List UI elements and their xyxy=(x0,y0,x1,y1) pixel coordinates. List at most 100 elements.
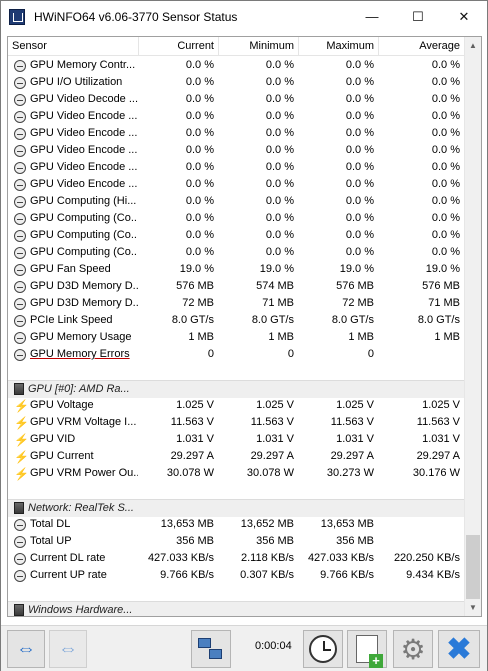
close-button[interactable]: ✕ xyxy=(441,1,487,32)
scroll-down-arrow-icon[interactable]: ▼ xyxy=(465,599,481,616)
current-value: 1 MB xyxy=(188,331,214,343)
sensor-table[interactable]: Sensor Current Minimum Maximum Average G… xyxy=(7,36,482,617)
average-value: 0.0 % xyxy=(431,195,460,207)
gauge-icon xyxy=(14,59,26,72)
group-label: GPU [#0]: AMD Ra... xyxy=(28,382,130,395)
sensor-label: GPU Fan Speed xyxy=(30,263,111,275)
minimize-button[interactable]: — xyxy=(349,1,395,32)
title-bar[interactable]: HWiNFO64 v6.06-3770 Sensor Status — ☐ ✕ xyxy=(1,1,487,32)
navigate-button[interactable]: ⇔ xyxy=(7,630,45,668)
sensor-group-row[interactable]: Network: RealTek S... xyxy=(8,499,464,517)
sensor-group-row[interactable]: Windows Hardware... xyxy=(8,601,464,616)
close-sensors-button[interactable]: ✖ xyxy=(438,630,480,668)
minimum-value: 0 xyxy=(287,348,294,360)
maximum-value: 0.0 % xyxy=(345,93,374,105)
sensor-label: GPU VRM Power Ou... xyxy=(30,467,139,479)
maximum-value: 1 MB xyxy=(348,331,374,343)
sensor-row[interactable]: ⚡ GPU Current 29.297 A 29.297 A 29.297 A 29.2… xyxy=(8,448,464,465)
sensor-row[interactable]: Current UP rate 9.766 KB/s 0.307 KB/s 9.766… xyxy=(8,567,464,584)
sensor-row[interactable]: GPU Memory Usage 1 MB 1 MB 1 MB 1 MB xyxy=(8,329,464,346)
sensor-name-cell: GPU Computing (Co... xyxy=(8,227,139,244)
average-value: 0.0 % xyxy=(431,212,460,224)
sensor-row[interactable]: Total UP 356 MB 356 MB 356 MB xyxy=(8,533,464,550)
average-value: 1.025 V xyxy=(422,399,460,411)
average-value: 0.0 % xyxy=(431,144,460,156)
column-header-sensor[interactable]: Sensor xyxy=(8,37,139,56)
average-value: 0.0 % xyxy=(431,246,460,258)
spacer-row xyxy=(8,584,464,601)
sensor-row[interactable]: GPU D3D Memory D... 72 MB 71 MB 72 MB 71 MB xyxy=(8,295,464,312)
maximize-button[interactable]: ☐ xyxy=(395,1,441,32)
minimum-value: 0.0 % xyxy=(265,161,294,173)
sensor-row[interactable]: GPU Computing (Co... 0.0 % 0.0 % 0.0 % 0.0 % xyxy=(8,227,464,244)
minimum-value: 1 MB xyxy=(268,331,294,343)
sensor-row[interactable]: GPU Video Encode ... 0.0 % 0.0 % 0.0 % 0.0 % xyxy=(8,142,464,159)
column-header-current[interactable]: Current xyxy=(139,37,219,56)
maximum-value: 0.0 % xyxy=(345,229,374,241)
minimum-value: 0.0 % xyxy=(265,195,294,207)
average-value: 576 MB xyxy=(422,280,460,292)
group-name-cell: GPU [#0]: AMD Ra... xyxy=(8,380,139,398)
sensor-row[interactable]: GPU Video Encode ... 0.0 % 0.0 % 0.0 % 0.0 % xyxy=(8,159,464,176)
group-empty-cell xyxy=(139,499,219,517)
column-header-average[interactable]: Average xyxy=(379,37,464,56)
sensor-row[interactable]: GPU Fan Speed 19.0 % 19.0 % 19.0 % 19.0 % xyxy=(8,261,464,278)
column-header-maximum[interactable]: Maximum xyxy=(299,37,379,56)
scrollbar-thumb[interactable] xyxy=(466,535,480,599)
settings-button[interactable]: ⚙ xyxy=(393,630,433,668)
vertical-scrollbar[interactable]: ▲ ▼ xyxy=(464,37,481,616)
gauge-icon xyxy=(14,212,26,225)
column-header-minimum[interactable]: Minimum xyxy=(219,37,299,56)
sensor-row[interactable]: GPU Memory Contr... 0.0 % 0.0 % 0.0 % 0.0 % xyxy=(8,57,464,74)
sensor-row[interactable]: GPU Video Encode ... 0.0 % 0.0 % 0.0 % 0.0 % xyxy=(8,125,464,142)
sensor-name-cell: Total DL xyxy=(8,516,139,533)
bottom-toolbar: ⇔ ⇔ 0:00:04 ⚙ ✖ xyxy=(1,625,487,671)
minimum-value: 0.0 % xyxy=(265,246,294,258)
gauge-icon xyxy=(14,76,26,89)
current-value: 0.0 % xyxy=(185,178,214,190)
sensor-name-cell: GPU Video Decode ... xyxy=(8,91,139,108)
sensor-row[interactable]: ⚡ GPU Voltage 1.025 V 1.025 V 1.025 V 1.025 V xyxy=(8,397,464,414)
sensor-label: Current UP rate xyxy=(30,569,107,581)
sensor-name-cell: Total UP xyxy=(8,533,139,550)
minimum-value: 11.563 V xyxy=(250,416,294,428)
sensor-row[interactable]: GPU Computing (Hi... 0.0 % 0.0 % 0.0 % 0.0 % xyxy=(8,193,464,210)
bolt-icon: ⚡ xyxy=(14,398,29,413)
maximum-value: 19.0 % xyxy=(339,263,374,275)
navigate-disabled-button[interactable]: ⇔ xyxy=(49,630,87,668)
sensor-row[interactable]: GPU I/O Utilization 0.0 % 0.0 % 0.0 % 0.0 % xyxy=(8,74,464,91)
sensor-row[interactable]: GPU Video Decode ... 0.0 % 0.0 % 0.0 % 0.0 % xyxy=(8,91,464,108)
sensor-label: GPU Video Decode ... xyxy=(30,93,139,105)
minimum-value: 574 MB xyxy=(256,280,294,292)
average-value xyxy=(379,533,464,550)
average-value: 19.0 % xyxy=(425,263,460,275)
sensor-row[interactable]: GPU Computing (Co... 0.0 % 0.0 % 0.0 % 0.0 % xyxy=(8,210,464,227)
sensor-row[interactable]: GPU Video Encode ... 0.0 % 0.0 % 0.0 % 0.0 % xyxy=(8,176,464,193)
reset-timer-button[interactable] xyxy=(303,630,343,668)
average-value xyxy=(379,346,464,363)
window-title: HWiNFO64 v6.06-3770 Sensor Status xyxy=(34,9,238,24)
average-value: 0.0 % xyxy=(431,93,460,105)
sensor-row[interactable]: ⚡ GPU VRM Voltage I... 11.563 V 11.563 V 11.… xyxy=(8,414,464,431)
scroll-up-arrow-icon[interactable]: ▲ xyxy=(465,37,481,54)
gauge-icon xyxy=(14,263,26,276)
sensor-row[interactable]: Current DL rate 427.033 KB/s 2.118 KB/s 427… xyxy=(8,550,464,567)
sensor-row[interactable]: ⚡ GPU VRM Power Ou... 30.078 W 30.078 W 30.2… xyxy=(8,465,464,482)
sensor-row[interactable]: GPU Video Encode ... 0.0 % 0.0 % 0.0 % 0.0 % xyxy=(8,108,464,125)
sensor-row[interactable]: ⚡ GPU VID 1.031 V 1.031 V 1.031 V 1.031 V xyxy=(8,431,464,448)
maximum-value: 1.031 V xyxy=(336,433,374,445)
minimum-value: 2.118 KB/s xyxy=(241,552,294,564)
sensor-name-cell: GPU D3D Memory D... xyxy=(8,278,139,295)
sensor-row[interactable]: GPU Computing (Co... 0.0 % 0.0 % 0.0 % 0.0 % xyxy=(8,244,464,261)
sensor-row[interactable]: Total DL 13,653 MB 13,652 MB 13,653 MB xyxy=(8,516,464,533)
minimum-value: 0.0 % xyxy=(265,59,294,71)
logging-button[interactable] xyxy=(347,630,387,668)
sensor-group-row[interactable]: GPU [#0]: AMD Ra... xyxy=(8,380,464,398)
sensor-row[interactable]: PCIe Link Speed 8.0 GT/s 8.0 GT/s 8.0 GT/s 8… xyxy=(8,312,464,329)
sensor-row[interactable]: GPU Memory Errors 0 0 0 xyxy=(8,346,464,363)
group-name-cell: Network: RealTek S... xyxy=(8,499,139,517)
group-empty-cell xyxy=(219,601,299,616)
network-button[interactable] xyxy=(191,630,231,668)
sensor-row[interactable]: GPU D3D Memory D... 576 MB 574 MB 576 MB 576… xyxy=(8,278,464,295)
sensor-label: GPU Video Encode ... xyxy=(30,127,138,139)
